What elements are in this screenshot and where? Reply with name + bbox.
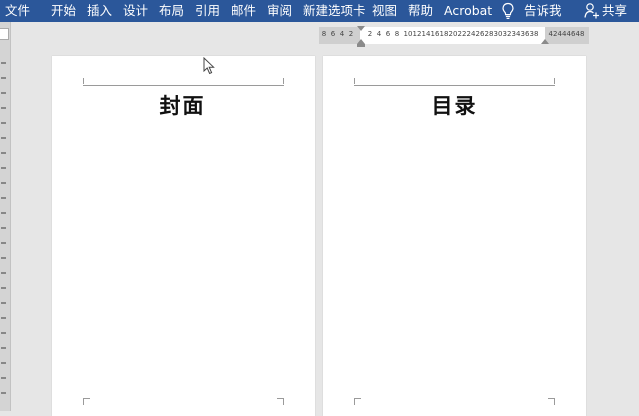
share-button[interactable]: 共享: [602, 0, 627, 22]
tab-layout[interactable]: 布局: [159, 0, 184, 22]
vertical-ruler-tick: [1, 272, 6, 274]
vertical-ruler-tick: [1, 257, 6, 259]
ruler-number: 18: [439, 30, 449, 38]
page-heading[interactable]: 目录: [323, 90, 586, 120]
ruler-corner: [0, 28, 9, 40]
tab-file[interactable]: 文件: [5, 0, 30, 22]
ruler-number: 12: [412, 30, 422, 38]
tab-help[interactable]: 帮助: [408, 0, 433, 22]
ruler-number: 48: [575, 30, 585, 38]
vertical-ruler-tick: [1, 347, 6, 349]
vertical-ruler-tick: [1, 242, 6, 244]
ruler-number: 24: [466, 30, 476, 38]
ribbon-tab-bar: 文件 开始 插入 设计 布局 引用 邮件 审阅 新建选项卡 视图 帮助 Acro…: [0, 0, 639, 22]
ruler-number: 34: [511, 30, 521, 38]
ruler-number: 2: [367, 30, 373, 38]
ruler-number: 2: [348, 30, 354, 38]
ruler-number: 46: [566, 30, 576, 38]
margin-corner-mark: [548, 78, 555, 84]
vertical-ruler-tick: [1, 287, 6, 289]
ruler-number: 22: [457, 30, 467, 38]
vertical-ruler-tick: [1, 212, 6, 214]
header-line: [354, 85, 555, 86]
tab-review[interactable]: 审阅: [267, 0, 292, 22]
tab-home[interactable]: 开始: [51, 0, 76, 22]
ruler-number: 16: [430, 30, 440, 38]
vertical-ruler-tick: [1, 332, 6, 334]
margin-corner-mark: [83, 398, 90, 405]
margin-corner-mark: [277, 398, 284, 405]
vertical-ruler-tick: [1, 182, 6, 184]
mouse-pointer-icon: [203, 57, 215, 75]
margin-corner-mark: [354, 78, 361, 84]
ruler-number: 30: [493, 30, 503, 38]
ruler-number: 4: [339, 30, 345, 38]
page-heading[interactable]: 封面: [51, 90, 314, 120]
vertical-ruler-tick: [1, 302, 6, 304]
vertical-ruler-tick: [1, 377, 6, 379]
vertical-ruler-tick: [1, 77, 6, 79]
ruler-number: 42: [548, 30, 558, 38]
lightbulb-icon[interactable]: [501, 2, 515, 20]
vertical-ruler-tick: [1, 107, 6, 109]
left-indent-box[interactable]: [357, 44, 365, 47]
vertical-ruler-tick: [1, 227, 6, 229]
ruler-number: 26: [475, 30, 485, 38]
vertical-ruler-tick: [1, 362, 6, 364]
ruler-number: 38: [529, 30, 539, 38]
vertical-ruler: [0, 22, 11, 411]
ruler-number: 8: [321, 30, 327, 38]
tab-acrobat[interactable]: Acrobat: [444, 0, 492, 22]
ruler-number: 28: [484, 30, 494, 38]
ruler-number: 8: [394, 30, 400, 38]
vertical-ruler-tick: [1, 122, 6, 124]
first-line-indent-marker[interactable]: [357, 26, 365, 31]
tab-design[interactable]: 设计: [123, 0, 148, 22]
vertical-ruler-tick: [1, 92, 6, 94]
ruler-number: 4: [376, 30, 382, 38]
vertical-ruler-tick: [1, 317, 6, 319]
right-indent-marker[interactable]: [541, 39, 549, 44]
header-line: [83, 85, 284, 86]
tell-me-search[interactable]: 告诉我: [524, 0, 562, 22]
ruler-number: 10: [403, 30, 413, 38]
ruler-number: 14: [421, 30, 431, 38]
vertical-ruler-tick: [1, 152, 6, 154]
tab-references[interactable]: 引用: [195, 0, 220, 22]
ruler-number: 44: [557, 30, 567, 38]
margin-corner-mark: [277, 78, 284, 84]
tab-new-tab[interactable]: 新建选项卡: [303, 0, 366, 22]
horizontal-ruler[interactable]: 8 6 4 2 2 4 6 8 10 12 14 16 18 20 22 24 …: [319, 26, 589, 47]
ruler-number: 20: [448, 30, 458, 38]
margin-corner-mark: [548, 398, 555, 405]
vertical-ruler-tick: [1, 167, 6, 169]
share-person-icon[interactable]: [584, 2, 600, 20]
ruler-number: 6: [330, 30, 336, 38]
ruler-number: 36: [520, 30, 530, 38]
vertical-ruler-tick: [1, 392, 6, 394]
margin-corner-mark: [354, 398, 361, 405]
tab-mailings[interactable]: 邮件: [231, 0, 256, 22]
margin-corner-mark: [83, 78, 90, 84]
tab-view[interactable]: 视图: [372, 0, 397, 22]
tab-insert[interactable]: 插入: [87, 0, 112, 22]
vertical-ruler-tick: [1, 137, 6, 139]
page-toc[interactable]: 目录: [323, 56, 586, 416]
vertical-ruler-tick: [1, 62, 6, 64]
page-cover[interactable]: 封面: [52, 56, 315, 416]
vertical-ruler-tick: [1, 197, 6, 199]
ruler-number: 32: [502, 30, 512, 38]
ruler-number: 6: [385, 30, 391, 38]
